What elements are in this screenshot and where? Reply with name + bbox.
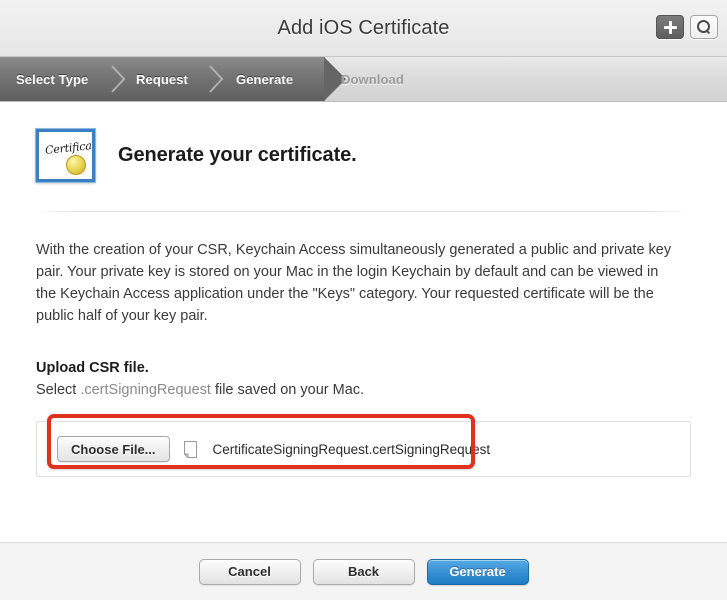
title-bar: Add iOS Certificate: [0, 0, 727, 57]
breadcrumb-step-select-type[interactable]: Select Type: [16, 57, 88, 101]
footer-bar: Cancel Back Generate: [0, 542, 727, 600]
add-button[interactable]: [656, 15, 684, 39]
document-icon: [184, 441, 197, 458]
breadcrumb-step-request[interactable]: Request: [136, 57, 188, 101]
page-title: Generate your certificate.: [118, 144, 357, 167]
generate-button[interactable]: Generate: [427, 559, 529, 585]
breadcrumb-step-download: Download: [341, 57, 404, 101]
search-button[interactable]: [690, 15, 718, 39]
file-upload-row: Choose File... CertificateSigningRequest…: [36, 421, 691, 477]
upload-section-heading: Upload CSR file.: [36, 360, 691, 376]
breadcrumb-step-label: Download: [341, 72, 404, 87]
plus-icon: [664, 21, 677, 34]
main-content: Certificate Generate your certificate. W…: [0, 102, 727, 542]
breadcrumb-chevron-icon-1: [110, 64, 127, 94]
add-ios-certificate-window: Add iOS Certificate Select Type Request …: [0, 0, 727, 600]
breadcrumb-step-label: Select Type: [16, 72, 88, 87]
upload-subtext-extension: .certSigningRequest: [80, 382, 211, 398]
cancel-button[interactable]: Cancel: [199, 559, 301, 585]
breadcrumb-step-generate[interactable]: Generate: [236, 57, 293, 101]
breadcrumb-step-label: Generate: [236, 72, 293, 87]
breadcrumb-step-label: Request: [136, 72, 188, 87]
breadcrumb: Select Type Request Generate Download: [0, 57, 727, 102]
window-title: Add iOS Certificate: [278, 17, 450, 40]
certificate-icon: Certificate: [36, 129, 95, 182]
page-header: Certificate Generate your certificate.: [36, 102, 691, 182]
breadcrumb-chevron-icon-2: [208, 64, 225, 94]
certificate-seal-icon: [66, 155, 86, 175]
choose-file-button[interactable]: Choose File...: [57, 436, 170, 462]
search-icon: [697, 20, 711, 34]
upload-subtext-suffix: file saved on your Mac.: [211, 382, 364, 398]
selected-file-name: CertificateSigningRequest.certSigningReq…: [213, 442, 491, 457]
back-button[interactable]: Back: [313, 559, 415, 585]
upload-subtext-prefix: Select: [36, 382, 80, 398]
upload-section-subtext: Select .certSigningRequest file saved on…: [36, 382, 691, 398]
certificate-icon-caption: Certificate: [44, 138, 95, 157]
header-divider: [36, 211, 691, 212]
body-paragraph: With the creation of your CSR, Keychain …: [36, 239, 676, 327]
title-bar-actions: [656, 15, 718, 39]
